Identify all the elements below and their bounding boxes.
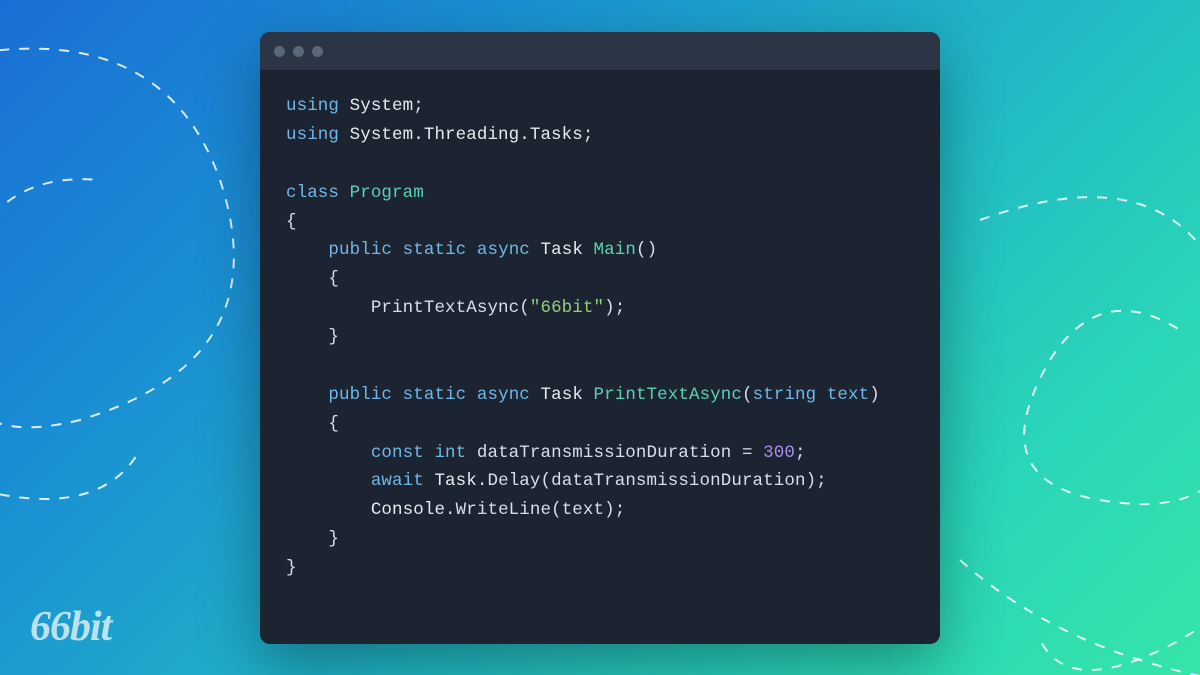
keyword-public: public [328,385,392,405]
window-dot [293,46,304,57]
window-dot [274,46,285,57]
argument: text [562,500,604,520]
window-titlebar [260,32,940,70]
window-dot [312,46,323,57]
keyword-await: await [371,471,424,491]
keyword-async: async [477,385,530,405]
type-int: int [434,443,466,463]
class-name: Program [350,183,424,203]
operator-equals: = [742,443,753,463]
namespace: System.Threading.Tasks [350,125,583,145]
keyword-async: async [477,240,530,260]
namespace: System [350,96,414,116]
keyword-const: const [371,443,424,463]
number-literal: 300 [763,443,795,463]
method-main: Main [594,240,636,260]
method-name: PrintTextAsync [594,385,742,405]
keyword-static: static [403,240,467,260]
type-console: Console [371,500,445,520]
keyword-static: static [403,385,467,405]
parameter: text [827,385,869,405]
string-literal: "66bit" [530,298,604,318]
keyword-public: public [328,240,392,260]
keyword-class: class [286,183,339,203]
type-string: string [753,385,817,405]
type-task: Task [541,385,583,405]
decorative-dashed-lines-left [0,20,300,540]
variable: dataTransmissionDuration [477,443,731,463]
keyword-using: using [286,125,339,145]
type-task: Task [434,471,476,491]
keyword-using: using [286,96,339,116]
brand-logo: 66bit [30,603,111,651]
method-delay: Delay [487,471,540,491]
type-task: Task [541,240,583,260]
code-window: using System; using System.Threading.Tas… [260,32,940,644]
code-block: using System; using System.Threading.Tas… [260,70,940,605]
decorative-dashed-lines-right [920,140,1200,675]
method-writeline: WriteLine [456,500,551,520]
method-call: PrintTextAsync [371,298,519,318]
argument: dataTransmissionDuration [551,471,805,491]
